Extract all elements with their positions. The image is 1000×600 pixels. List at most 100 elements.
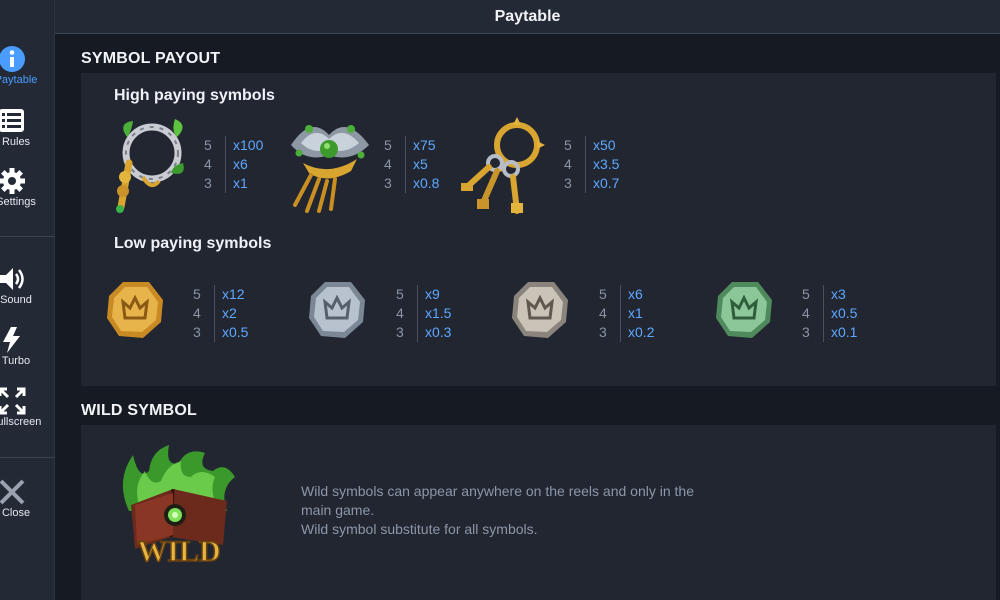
- sidebar-item-paytable[interactable]: Paytable: [0, 44, 55, 86]
- wild-description-line-2: Wild symbol substitute for all symbols.: [301, 521, 538, 537]
- pay-row: 3 x0.1: [802, 323, 857, 342]
- pay-count: 4: [193, 305, 201, 321]
- pay-count: 5: [802, 286, 810, 302]
- jade-coin-icon: [716, 282, 772, 338]
- wild-symbol-panel: WILD Wild symbols can appear anywhere on…: [81, 425, 996, 600]
- pay-row: 4 x3.5: [564, 155, 619, 174]
- sidebar-divider: [0, 236, 55, 237]
- pewter-coin-icon: [512, 282, 568, 338]
- symbol-payout-title: SYMBOL PAYOUT: [81, 50, 221, 67]
- pay-value: x6: [233, 156, 248, 172]
- pay-value: x1: [628, 305, 643, 321]
- pay-table-wreath: 5 x100 4 x6 3 x1: [204, 136, 263, 193]
- paytable-content[interactable]: SYMBOL PAYOUT High paying symbols 5 x100 …: [55, 35, 1000, 600]
- pay-row: 5 x3: [802, 285, 857, 304]
- pay-value: x3: [831, 286, 846, 302]
- high-paying-title: High paying symbols: [114, 87, 275, 104]
- sidebar-item-turbo[interactable]: Turbo: [0, 325, 55, 367]
- pay-value: x75: [413, 137, 436, 153]
- pay-row: 5 x12: [193, 285, 248, 304]
- pay-value: x1.5: [425, 305, 452, 321]
- pay-value: x1: [233, 175, 248, 191]
- pay-count: 3: [384, 175, 392, 191]
- pay-value: x0.3: [425, 324, 452, 340]
- pay-table-pewter-coin: 5 x6 4 x1 3 x0.2: [599, 285, 654, 342]
- pay-table-keys: 5 x50 4 x3.5 3 x0.7: [564, 136, 619, 193]
- symbol-payout-panel: High paying symbols 5 x100 4 x6 3 x1 5 x…: [81, 73, 996, 386]
- sidebar: Paytable Rules Settings: [0, 0, 55, 600]
- pay-value: x5: [413, 156, 428, 172]
- pay-value: x50: [593, 137, 616, 153]
- pay-row: 4 x1.5: [396, 304, 451, 323]
- pay-value: x9: [425, 286, 440, 302]
- pay-row: 4 x2: [193, 304, 248, 323]
- pay-row: 4 x1: [599, 304, 654, 323]
- pay-value: x3.5: [593, 156, 620, 172]
- pay-row: 3 x1: [204, 174, 263, 193]
- pay-value: x0.1: [831, 324, 858, 340]
- sidebar-item-close[interactable]: Close: [0, 477, 55, 519]
- pay-row: 3 x0.2: [599, 323, 654, 342]
- pay-count: 5: [564, 137, 572, 153]
- pay-row: 5 x100: [204, 136, 263, 155]
- lightning-icon: [3, 327, 20, 353]
- pay-count: 4: [599, 305, 607, 321]
- low-paying-title: Low paying symbols: [114, 235, 272, 252]
- pay-row: 3 x0.3: [396, 323, 451, 342]
- gold-coin-icon: [107, 282, 163, 338]
- pay-row: 5 x50: [564, 136, 619, 155]
- pay-row: 4 x5: [384, 155, 439, 174]
- pay-value: x12: [222, 286, 245, 302]
- pay-count: 3: [396, 324, 404, 340]
- sidebar-item-settings[interactable]: Settings: [0, 166, 55, 208]
- sidebar-item-rules[interactable]: Rules: [0, 106, 55, 148]
- pay-row: 5 x9: [396, 285, 451, 304]
- sidebar-item-label: Turbo: [1, 355, 31, 367]
- pay-count: 3: [564, 175, 572, 191]
- comb-symbol-icon: [291, 125, 369, 213]
- close-icon: [0, 479, 25, 505]
- sidebar-item-label: Sound: [0, 294, 32, 306]
- pay-row: 4 x6: [204, 155, 263, 174]
- pay-count: 4: [396, 305, 404, 321]
- pay-count: 5: [396, 286, 404, 302]
- pay-count: 3: [204, 175, 212, 191]
- page-title: Paytable: [494, 8, 561, 25]
- wild-badge: WILD: [137, 534, 222, 567]
- keys-symbol-icon: [461, 117, 545, 214]
- pay-count: 5: [384, 137, 392, 153]
- pay-count: 4: [384, 156, 392, 172]
- pay-value: x100: [233, 137, 264, 153]
- pay-value: x0.5: [222, 324, 249, 340]
- pay-count: 5: [599, 286, 607, 302]
- sidebar-item-label: Fullscreen: [0, 416, 42, 428]
- pay-count: 3: [193, 324, 201, 340]
- gear-icon: [0, 168, 25, 194]
- pay-value: x0.5: [831, 305, 858, 321]
- pay-row: 4 x0.5: [802, 304, 857, 323]
- pay-count: 3: [599, 324, 607, 340]
- sidebar-divider: [0, 457, 55, 458]
- wild-description-line-1: Wild symbols can appear anywhere on the …: [301, 483, 694, 518]
- pay-table-gold-coin: 5 x12 4 x2 3 x0.5: [193, 285, 248, 342]
- list-icon: [0, 109, 24, 132]
- sidebar-item-label: Rules: [1, 136, 31, 148]
- pay-count: 4: [802, 305, 810, 321]
- wild-description: Wild symbols can appear anywhere on the …: [301, 482, 721, 539]
- pay-count: 5: [204, 137, 212, 153]
- sidebar-item-label: Close: [1, 507, 31, 519]
- pay-count: 5: [193, 286, 201, 302]
- sidebar-item-label: Paytable: [0, 74, 38, 86]
- pay-table-jade-coin: 5 x3 4 x0.5 3 x0.1: [802, 285, 857, 342]
- sidebar-item-sound[interactable]: Sound: [0, 264, 55, 306]
- pay-table-silver-coin: 5 x9 4 x1.5 3 x0.3: [396, 285, 451, 342]
- pay-row: 3 x0.5: [193, 323, 248, 342]
- sidebar-item-fullscreen[interactable]: Fullscreen: [0, 386, 55, 428]
- pay-row: 3 x0.7: [564, 174, 619, 193]
- pay-table-comb: 5 x75 4 x5 3 x0.8: [384, 136, 439, 193]
- speaker-icon: [0, 268, 24, 290]
- sidebar-item-label: Settings: [0, 196, 36, 208]
- pay-value: x0.2: [628, 324, 655, 340]
- wild-badge-text: WILD: [137, 535, 220, 567]
- pay-value: x2: [222, 305, 237, 321]
